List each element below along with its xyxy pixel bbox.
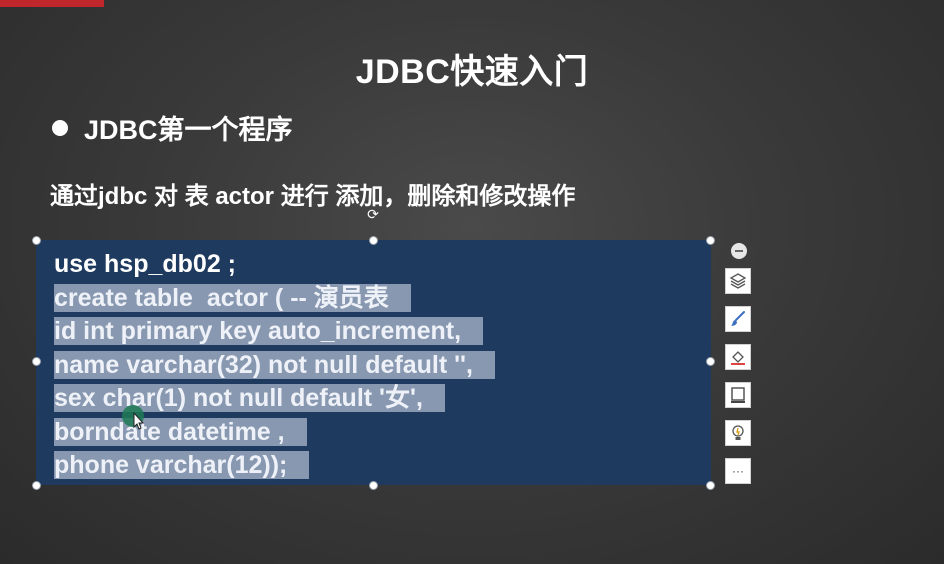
fill-icon xyxy=(731,351,745,365)
red-corner-accent xyxy=(0,0,104,7)
more-icon: ··· xyxy=(732,464,744,478)
code-line: phone varchar(12)); xyxy=(54,449,495,483)
resize-handle-top[interactable] xyxy=(369,236,378,245)
code-line: name varchar(32) not null default '', xyxy=(54,349,495,383)
brush-button[interactable] xyxy=(725,306,751,332)
bullet-text: JDBC第一个程序 xyxy=(84,115,293,145)
code-line: borndate datetime , xyxy=(54,416,495,450)
ideas-button[interactable] xyxy=(725,420,751,446)
brush-icon xyxy=(731,311,745,326)
resize-handle-bottom-right[interactable] xyxy=(706,481,715,490)
border-icon xyxy=(731,387,745,403)
resize-handle-top-left[interactable] xyxy=(32,236,41,245)
lightbulb-icon xyxy=(732,425,744,440)
border-button[interactable] xyxy=(725,382,751,408)
resize-handle-left[interactable] xyxy=(32,357,41,366)
layers-button[interactable] xyxy=(725,268,751,294)
code-block[interactable]: use hsp_db02 ; create table actor ( -- 演… xyxy=(54,248,495,483)
collapse-icon[interactable] xyxy=(731,243,747,259)
slide-title: JDBC快速入门 xyxy=(355,53,589,91)
layers-icon xyxy=(729,273,747,289)
code-line: id int primary key auto_increment, xyxy=(54,315,495,349)
code-line: create table actor ( -- 演员表 xyxy=(54,282,495,316)
description-text: 通过jdbc 对 表 actor 进行 添加，删除和修改操作 xyxy=(50,183,576,210)
bullet-line: JDBC第一个程序 xyxy=(52,108,293,147)
more-button[interactable]: ··· xyxy=(725,458,751,484)
fill-button[interactable] xyxy=(725,344,751,370)
resize-handle-bottom[interactable] xyxy=(369,481,378,490)
code-line: sex char(1) not null default '女', xyxy=(54,382,495,416)
code-line: use hsp_db02 ; xyxy=(54,250,236,278)
code-textbox[interactable]: use hsp_db02 ; create table actor ( -- 演… xyxy=(36,240,711,485)
resize-handle-top-right[interactable] xyxy=(706,236,715,245)
resize-handle-right[interactable] xyxy=(706,357,715,366)
rotate-handle-icon[interactable]: ⟳ xyxy=(366,207,380,221)
mouse-cursor-icon xyxy=(122,405,145,430)
resize-handle-bottom-left[interactable] xyxy=(32,481,41,490)
bullet-dot-icon xyxy=(52,119,68,136)
